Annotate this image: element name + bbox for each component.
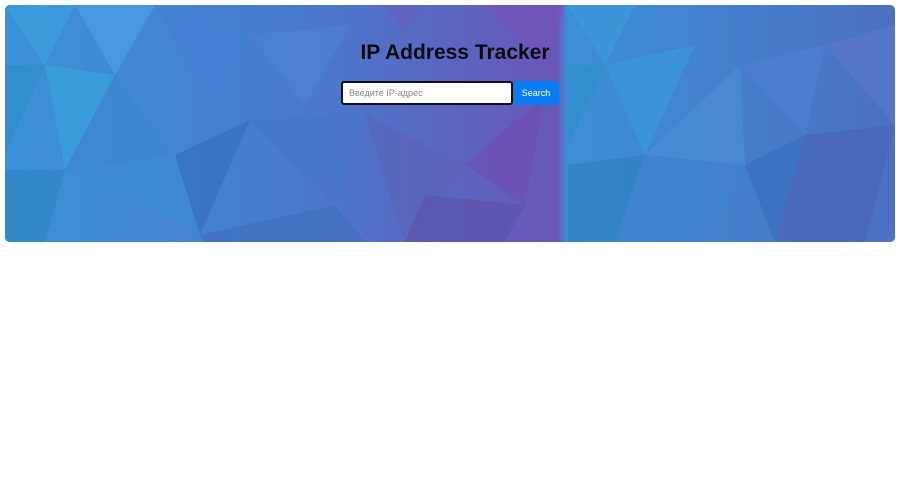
ip-address-input[interactable]: [341, 81, 513, 105]
page-title: IP Address Tracker: [360, 41, 550, 64]
main-content-area: [0, 242, 900, 500]
search-form: Search: [341, 81, 559, 105]
search-button[interactable]: Search: [513, 81, 559, 105]
hero-banner: IP Address Tracker Search: [5, 5, 895, 242]
